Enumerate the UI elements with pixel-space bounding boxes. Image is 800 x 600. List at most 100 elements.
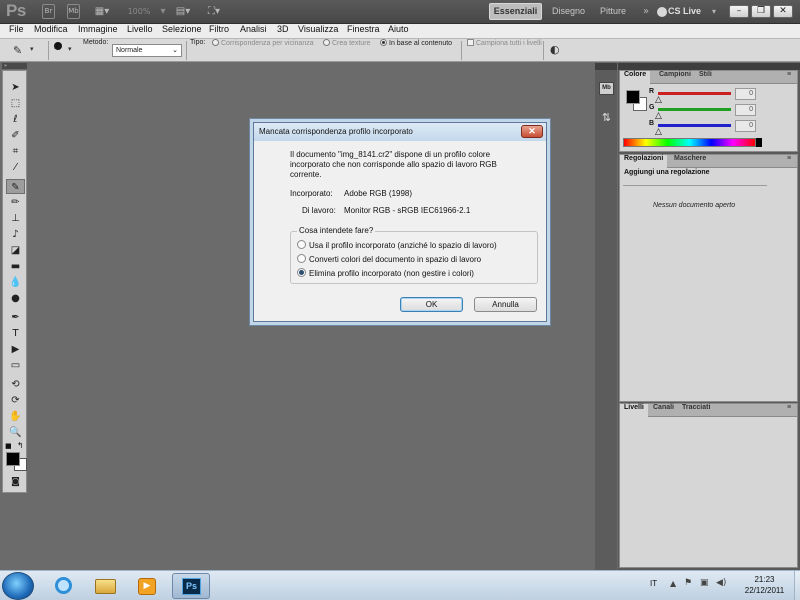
tab-layers[interactable]: Livelli	[620, 404, 648, 418]
mini-bridge-panel-icon[interactable]: Mb	[599, 82, 614, 95]
tab-paths[interactable]: Tracciati	[678, 404, 714, 417]
internet-explorer-taskbar-icon[interactable]	[44, 573, 82, 599]
eyedropper-tool-icon[interactable]: ⁄	[6, 160, 25, 175]
foreground-color-swatch[interactable]	[6, 452, 20, 466]
black-swatch[interactable]	[756, 138, 762, 147]
mode-select[interactable]: Normale ⌄	[112, 44, 182, 57]
photoshop-taskbar-button[interactable]: Ps	[172, 573, 210, 599]
dock-collapse-bar[interactable]	[618, 63, 800, 70]
action-center-icon[interactable]: ⚑	[684, 578, 692, 588]
zoom-tool-icon[interactable]: 🔍	[6, 425, 25, 440]
network-icon[interactable]: ▣	[700, 578, 709, 588]
tab-color[interactable]: Colore	[620, 71, 651, 85]
type-tool-icon[interactable]: T	[6, 326, 25, 341]
red-value-field[interactable]: 0	[735, 88, 756, 100]
type-proximity-radio[interactable]: Corrispondenza per vicinanza	[212, 39, 314, 62]
toolbox-collapse-icon[interactable]: »	[2, 63, 27, 69]
view-extras-icon[interactable]: ▦▾	[91, 4, 113, 19]
tab-adjustments[interactable]: Regolazioni	[620, 155, 668, 169]
menu-window[interactable]: Finestra	[347, 24, 380, 39]
red-slider-track[interactable]	[658, 92, 731, 95]
restore-button[interactable]: ❐	[751, 5, 771, 18]
menu-file[interactable]: File	[9, 24, 24, 39]
history-panel-icon[interactable]: ⇅	[599, 110, 614, 125]
zoom-level[interactable]: 100%	[124, 4, 154, 19]
quick-selection-tool-icon[interactable]: ✐	[6, 128, 25, 143]
blue-slider-thumb-icon[interactable]: △	[655, 127, 662, 137]
panel-menu-icon[interactable]: ≡	[783, 155, 795, 168]
media-player-taskbar-icon[interactable]: ▶	[128, 573, 166, 599]
menu-edit[interactable]: Modifica	[34, 24, 68, 39]
volume-icon[interactable]: ◀)	[716, 578, 726, 588]
menu-select[interactable]: Selezione	[162, 24, 202, 39]
input-language-indicator[interactable]: IT	[650, 579, 657, 588]
menu-layer[interactable]: Livello	[127, 24, 153, 39]
menu-3d[interactable]: 3D	[277, 24, 289, 39]
minimize-button[interactable]: –	[729, 5, 749, 18]
more-workspaces-icon[interactable]: »	[640, 4, 652, 19]
quick-mask-icon[interactable]: ◙	[6, 475, 25, 490]
convert-colors-radio[interactable]: Converti colori del documento in spazio …	[297, 254, 481, 265]
tool-preset-dropdown-icon[interactable]: ▾	[30, 45, 34, 53]
blur-tool-icon[interactable]: 💧	[6, 275, 25, 290]
move-tool-icon[interactable]: ➤	[6, 80, 25, 95]
tab-styles[interactable]: Stili	[695, 71, 716, 84]
blue-value-field[interactable]: 0	[735, 120, 756, 132]
menu-filter[interactable]: Filtro	[209, 24, 229, 39]
mini-bridge-icon[interactable]: Mb	[67, 4, 80, 19]
lasso-tool-icon[interactable]: ℓ	[6, 112, 25, 127]
eraser-tool-icon[interactable]: ◪	[6, 243, 25, 258]
use-embedded-profile-radio[interactable]: Usa il profilo incorporato (anziché lo s…	[297, 240, 497, 251]
explorer-taskbar-icon[interactable]	[86, 573, 124, 599]
tool-preset-icon[interactable]: ✎	[13, 44, 22, 57]
type-content-aware-radio[interactable]: In base al contenuto	[380, 39, 452, 62]
crop-tool-icon[interactable]: ⌗	[6, 144, 25, 159]
close-window-button[interactable]: ✕	[773, 5, 793, 18]
show-desktop-button[interactable]	[794, 571, 800, 600]
panel-menu-icon[interactable]: ≡	[783, 71, 795, 84]
arrange-documents-icon[interactable]: ▤▾	[172, 4, 194, 19]
screen-mode-icon[interactable]: ⛶▾	[203, 4, 225, 19]
start-button[interactable]	[2, 572, 34, 600]
menu-help[interactable]: Aiuto	[388, 24, 409, 39]
workspace-painting-button[interactable]: Pitture	[600, 3, 626, 20]
ok-button[interactable]: OK	[400, 297, 463, 312]
green-slider-track[interactable]	[658, 108, 731, 111]
path-selection-tool-icon[interactable]: ▶	[6, 342, 25, 357]
3d-rotate-tool-icon[interactable]: ⟲	[6, 377, 25, 392]
cancel-button[interactable]: Annulla	[474, 297, 537, 312]
hand-tool-icon[interactable]: ✋	[6, 409, 25, 424]
show-hidden-icons-icon[interactable]: ▲	[670, 579, 676, 588]
dialog-close-button[interactable]: ✕	[521, 125, 543, 138]
foreground-color-swatch[interactable]	[626, 90, 640, 104]
discard-profile-radio[interactable]: Elimina profilo incorporato (non gestire…	[297, 268, 474, 279]
pen-tool-icon[interactable]: ✒	[6, 310, 25, 325]
tab-masks[interactable]: Maschere	[670, 155, 710, 168]
history-brush-tool-icon[interactable]: ♪	[6, 227, 25, 242]
shape-tool-icon[interactable]: ▭	[6, 358, 25, 373]
system-clock[interactable]: 21:23 22/12/2011	[737, 574, 792, 596]
tab-swatches[interactable]: Campioni	[655, 71, 695, 84]
sample-all-layers-checkbox[interactable]: Campiona tutti i livelli	[467, 39, 542, 62]
cs-live-button[interactable]: CS Live	[668, 4, 701, 19]
workspace-essentials-button[interactable]: Essenziali	[489, 3, 542, 20]
workspace-design-button[interactable]: Disegno	[552, 3, 585, 20]
color-spectrum-bar[interactable]	[623, 138, 756, 147]
spot-healing-brush-tool-icon[interactable]: ✎	[6, 179, 25, 194]
3d-orbit-tool-icon[interactable]: ⟳	[6, 393, 25, 408]
swap-colors-icon[interactable]: ↰	[17, 442, 25, 450]
panel-menu-icon[interactable]: ≡	[783, 404, 795, 417]
red-slider-thumb-icon[interactable]: △	[655, 95, 662, 105]
brush-picker-dropdown-icon[interactable]: ▾	[68, 45, 72, 53]
menu-view[interactable]: Visualizza	[298, 24, 338, 39]
zoom-dropdown-icon[interactable]: ▾	[158, 4, 168, 19]
pressure-size-icon[interactable]: ◐	[550, 43, 560, 56]
menu-analysis[interactable]: Analisi	[240, 24, 267, 39]
green-slider-thumb-icon[interactable]: △	[655, 111, 662, 121]
menu-image[interactable]: Immagine	[78, 24, 118, 39]
dodge-tool-icon[interactable]: ●	[6, 291, 25, 306]
clone-stamp-tool-icon[interactable]: ⊥	[6, 211, 25, 226]
strip-collapse-bar[interactable]	[595, 63, 617, 70]
cs-live-dropdown-icon[interactable]: ▾	[710, 4, 718, 19]
gradient-tool-icon[interactable]: ▬	[6, 259, 25, 274]
